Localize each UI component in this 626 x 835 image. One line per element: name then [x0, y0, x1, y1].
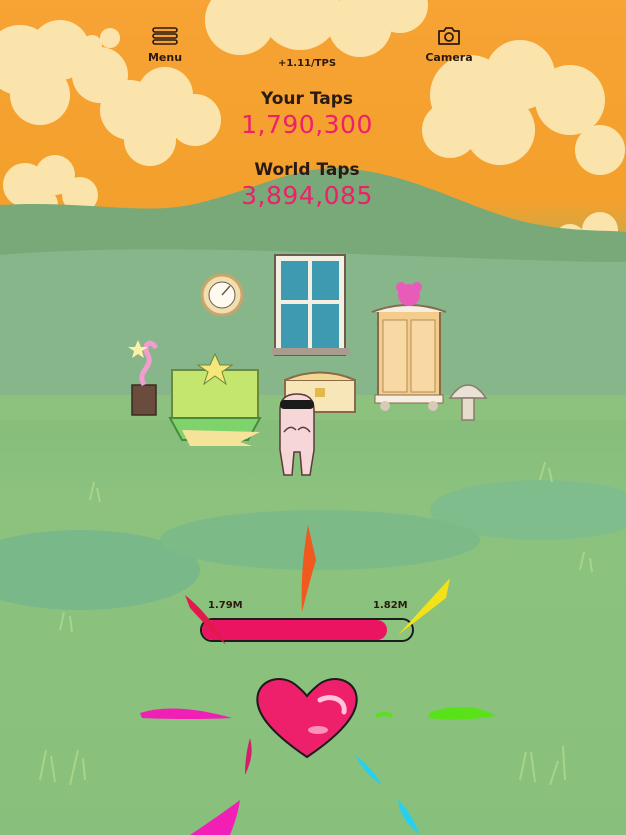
window [272, 254, 350, 356]
wardrobe [371, 282, 447, 411]
camera-icon [438, 27, 460, 45]
world-taps-value: 3,894,085 [241, 181, 373, 210]
your-taps-value: 1,790,300 [241, 110, 373, 139]
menu-button[interactable]: Menu [135, 26, 195, 64]
camera-button[interactable]: Camera [419, 26, 479, 64]
stump [128, 340, 159, 416]
camera-label: Camera [425, 51, 473, 64]
wall-clock [200, 273, 244, 317]
your-taps-label: Your Taps [261, 89, 353, 109]
bed [168, 352, 262, 446]
heart-button[interactable] [252, 672, 362, 762]
hamburger-icon [152, 27, 178, 45]
game-scene: Menu Camera +1.11/TPS Your Taps 1,790,30… [0, 0, 626, 835]
world-taps-label: World Taps [254, 160, 360, 180]
character[interactable] [266, 390, 328, 480]
taps-per-second: +1.11/TPS [277, 58, 337, 69]
mushroom [448, 384, 488, 421]
menu-label: Menu [147, 51, 183, 64]
